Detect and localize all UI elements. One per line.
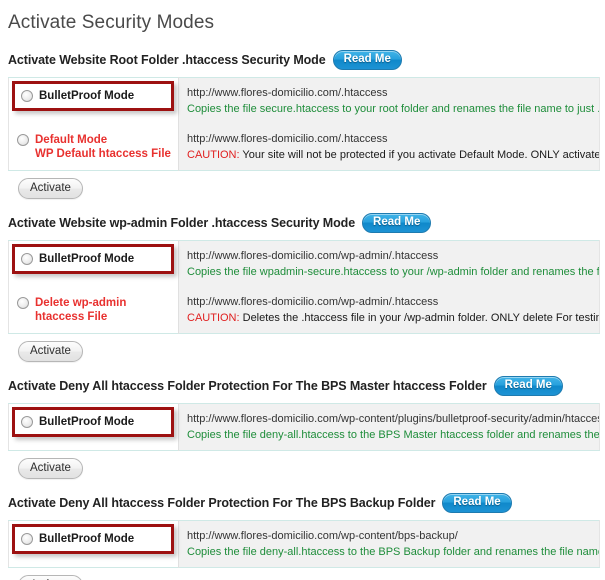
- security-mode-section: Activate Deny All htaccess Folder Protec…: [8, 493, 605, 580]
- target-path-text: http://www.flores-domicilio.com/wp-admin…: [187, 250, 439, 262]
- mode-option[interactable]: Delete wp-admin htaccess File: [9, 287, 178, 333]
- caution-text: CAUTION: Your site will not be protected…: [187, 147, 600, 163]
- highlighted-mode-option[interactable]: BulletProof Mode: [12, 81, 174, 111]
- section-header: Activate Deny All htaccess Folder Protec…: [8, 493, 605, 513]
- highlighted-mode-option[interactable]: BulletProof Mode: [12, 524, 174, 554]
- mode-option[interactable]: Default Mode WP Default htaccess File: [9, 124, 178, 170]
- mode-option-label-line1: BulletProof Mode: [39, 90, 135, 102]
- activate-button[interactable]: Activate: [18, 178, 83, 199]
- read-me-button[interactable]: Read Me: [332, 50, 402, 70]
- activate-security-modes-page: Activate Security Modes Activate Website…: [0, 0, 605, 580]
- mode-option-label-line2: WP Default htaccess File: [35, 148, 171, 160]
- radio-button-icon[interactable]: [21, 533, 33, 545]
- mode-option-cell: BulletProof Mode: [8, 77, 179, 124]
- mode-option-label-line1: BulletProof Mode: [39, 416, 135, 428]
- mode-option-cell: BulletProof Mode: [8, 520, 179, 568]
- section-header: Activate Deny All htaccess Folder Protec…: [8, 376, 605, 396]
- target-path-text: http://www.flores-domicilio.com/wp-admin…: [187, 296, 439, 308]
- security-mode-section: Activate Website Root Folder .htaccess S…: [8, 50, 605, 199]
- sections-container: Activate Website Root Folder .htaccess S…: [0, 50, 605, 580]
- target-path-text: http://www.flores-domicilio.com/wp-conte…: [187, 530, 458, 542]
- caution-body: Your site will not be protected if you a…: [242, 149, 600, 161]
- table-row: Default Mode WP Default htaccess File http…: [8, 124, 600, 171]
- mode-description-cell: http://www.flores-domicilio.com/wp-admin…: [178, 287, 600, 334]
- mode-option-label-line1: Default Mode: [35, 134, 108, 146]
- caution-prefix: CAUTION:: [187, 149, 240, 161]
- highlighted-mode-option[interactable]: BulletProof Mode: [12, 244, 174, 274]
- caution-text: CAUTION: Deletes the .htaccess file in y…: [187, 310, 600, 326]
- mode-description-cell: http://www.flores-domicilio.com/wp-admin…: [178, 240, 600, 287]
- action-description-text: Copies the file secure.htaccess to your …: [187, 103, 600, 115]
- action-description-text: Copies the file wpadmin-secure.htaccess …: [187, 266, 600, 278]
- radio-button-icon[interactable]: [21, 253, 33, 265]
- mode-option-cell: Default Mode WP Default htaccess File: [8, 124, 179, 171]
- radio-button-icon[interactable]: [17, 297, 29, 309]
- activate-button-row: Activate: [8, 568, 605, 580]
- security-mode-section: Activate Deny All htaccess Folder Protec…: [8, 376, 605, 479]
- mode-option-label: BulletProof Mode: [39, 532, 134, 546]
- section-heading-text: Activate Deny All htaccess Folder Protec…: [8, 379, 487, 393]
- mode-description-cell: http://www.flores-domicilio.com/.htacces…: [178, 77, 600, 124]
- activate-button-row: Activate: [8, 334, 605, 362]
- activate-button-row: Activate: [8, 451, 605, 479]
- mode-option-label: BulletProof Mode: [39, 252, 134, 266]
- target-path-text: http://www.flores-domicilio.com/wp-conte…: [187, 413, 600, 425]
- target-path-text: http://www.flores-domicilio.com/.htacces…: [187, 133, 388, 145]
- section-header: Activate Website wp-admin Folder .htacce…: [8, 213, 605, 233]
- table-row: BulletProof Mode http://www.flores-domici…: [8, 77, 600, 124]
- highlighted-mode-option[interactable]: BulletProof Mode: [12, 407, 174, 437]
- mode-description-cell: http://www.flores-domicilio.com/.htacces…: [178, 124, 600, 171]
- radio-button-icon[interactable]: [17, 134, 29, 146]
- activate-button-row: Activate: [8, 171, 605, 199]
- mode-option-label-line1: BulletProof Mode: [39, 253, 135, 265]
- activate-button[interactable]: Activate: [18, 341, 83, 362]
- table-row: BulletProof Mode http://www.flores-domici…: [8, 520, 600, 568]
- security-mode-table: BulletProof Mode http://www.flores-domici…: [8, 77, 600, 171]
- read-me-button[interactable]: Read Me: [493, 376, 563, 396]
- read-me-button[interactable]: Read Me: [442, 493, 512, 513]
- table-row: BulletProof Mode http://www.flores-domici…: [8, 403, 600, 451]
- mode-option-cell: Delete wp-admin htaccess File: [8, 287, 179, 334]
- mode-option-label: BulletProof Mode: [39, 415, 134, 429]
- security-mode-table: BulletProof Mode http://www.flores-domici…: [8, 520, 600, 568]
- mode-description-cell: http://www.flores-domicilio.com/wp-conte…: [178, 403, 600, 451]
- mode-option-cell: BulletProof Mode: [8, 240, 179, 287]
- security-mode-table: BulletProof Mode http://www.flores-domici…: [8, 403, 600, 451]
- security-mode-table: BulletProof Mode http://www.flores-domici…: [8, 240, 600, 334]
- mode-description-cell: http://www.flores-domicilio.com/wp-conte…: [178, 520, 600, 568]
- read-me-button[interactable]: Read Me: [362, 213, 432, 233]
- activate-button[interactable]: Activate: [18, 575, 83, 580]
- caution-body: Deletes the .htaccess file in your /wp-a…: [242, 312, 600, 324]
- mode-option-label: BulletProof Mode: [39, 89, 134, 103]
- action-description-text: Copies the file deny-all.htaccess to the…: [187, 429, 600, 441]
- mode-option-label-line2: htaccess File: [35, 311, 108, 323]
- action-description-text: Copies the file deny-all.htaccess to the…: [187, 546, 600, 558]
- activate-button[interactable]: Activate: [18, 458, 83, 479]
- target-path-text: http://www.flores-domicilio.com/.htacces…: [187, 87, 388, 99]
- section-header: Activate Website Root Folder .htaccess S…: [8, 50, 605, 70]
- mode-option-label: Delete wp-admin htaccess File: [35, 296, 126, 324]
- mode-option-label: Default Mode WP Default htaccess File: [35, 133, 171, 161]
- mode-option-label-line1: Delete wp-admin: [35, 297, 127, 309]
- mode-option-cell: BulletProof Mode: [8, 403, 179, 451]
- radio-button-icon[interactable]: [21, 416, 33, 428]
- table-row: BulletProof Mode http://www.flores-domici…: [8, 240, 600, 287]
- security-mode-section: Activate Website wp-admin Folder .htacce…: [8, 213, 605, 362]
- section-heading-text: Activate Website wp-admin Folder .htacce…: [8, 216, 356, 230]
- page-title: Activate Security Modes: [8, 12, 215, 33]
- section-heading-text: Activate Website Root Folder .htaccess S…: [8, 53, 326, 67]
- radio-button-icon[interactable]: [21, 90, 33, 102]
- caution-prefix: CAUTION:: [187, 312, 240, 324]
- table-row: Delete wp-admin htaccess File http://www.f…: [8, 287, 600, 334]
- section-heading-text: Activate Deny All htaccess Folder Protec…: [8, 496, 436, 510]
- mode-option-label-line1: BulletProof Mode: [39, 533, 135, 545]
